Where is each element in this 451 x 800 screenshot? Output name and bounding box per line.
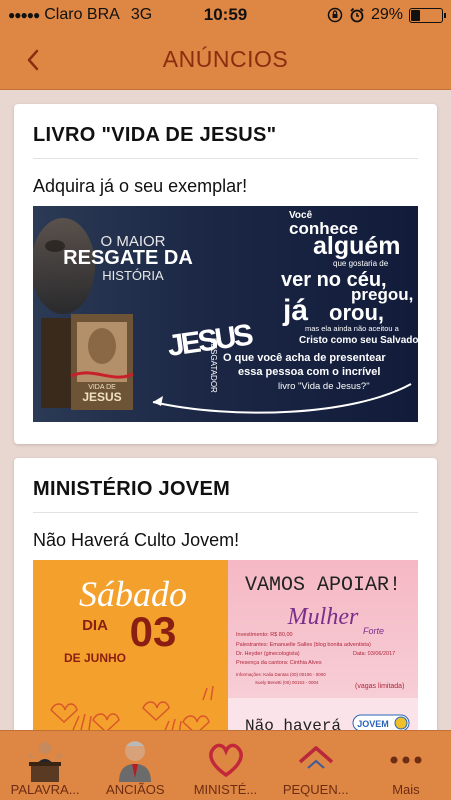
tab-label: Mais xyxy=(392,782,420,797)
carrier-label: Claro BRA xyxy=(44,6,120,23)
page-title: ANÚNCIOS xyxy=(162,46,289,72)
book-subtitle: VIDA DE xyxy=(88,384,116,391)
promo-r8: orou, xyxy=(329,300,384,325)
side-wordmark: RESGATADOR xyxy=(209,338,218,393)
chevron-left-icon xyxy=(27,49,39,71)
tab-mais[interactable]: Mais xyxy=(361,731,451,800)
tab-ancioes[interactable]: ANCIÃOS xyxy=(90,731,180,800)
tab-bar: PALAVRA... ANCIÃOS MINISTÉ... PEQUEN... … xyxy=(0,730,451,800)
event-line-4: Presença da cantora: Cinthia Alves xyxy=(236,660,322,666)
event-brand: Mulher xyxy=(287,604,359,630)
promo-q3: livro "Vida de Jesus?" xyxy=(278,381,370,392)
tab-ministerios[interactable]: MINISTÉ... xyxy=(180,731,270,800)
status-time: 10:59 xyxy=(203,5,248,24)
tab-palavra[interactable]: PALAVRA... xyxy=(0,731,90,800)
network-label: 3G xyxy=(130,6,153,23)
youth-event-banner: Sábado DIA 03 DE JUNHO VAMOS APOIAR! Mul… xyxy=(33,560,418,730)
house-icon xyxy=(294,738,338,782)
battery-percent: 29% xyxy=(370,6,403,23)
event-number: 03 xyxy=(130,608,177,655)
status-right: 29% xyxy=(273,6,446,24)
status-left: ●●●●● Claro BRA 3G xyxy=(8,6,178,24)
tab-label: PALAVRA... xyxy=(10,782,80,797)
heart-icon xyxy=(204,738,248,782)
promo-r6: já xyxy=(282,294,308,327)
tab-label: MINISTÉ... xyxy=(193,782,258,797)
promo-r10: Cristo como seu Salvador? xyxy=(299,335,418,346)
elder-icon xyxy=(113,738,157,782)
battery-icon xyxy=(409,7,446,23)
event-line-3: Dr. Heyder (ginecologista) xyxy=(236,651,300,657)
headline-line-2: RESGATE DA xyxy=(63,247,193,269)
rotation-lock-icon xyxy=(327,7,343,23)
event-line-2: Palestrantes: Emanuelle Salles (blog bon… xyxy=(236,642,371,648)
book-title: JESUS xyxy=(82,390,121,404)
card-title: LIVRO "VIDA DE JESUS" xyxy=(33,124,277,146)
event-month: DE JUNHO xyxy=(64,651,126,665)
book-promo-banner: O MAIOR RESGATE DA HISTÓRIA JESUS VIDA D… xyxy=(33,206,418,422)
card-title: MINISTÉRIO JOVEM xyxy=(33,478,231,500)
event-vagas: (vagas limitada) xyxy=(355,683,404,690)
youth-logo: JOVEM xyxy=(357,719,389,729)
card-text: Não Haverá Culto Jovem! xyxy=(33,530,240,550)
card-text: Adquira já o seu exemplar! xyxy=(33,176,248,196)
promo-r4: que gostaria de xyxy=(333,259,389,268)
tab-label: PEQUEN... xyxy=(282,782,349,797)
no-service-text: Não haverá xyxy=(245,717,341,730)
status-bar: ●●●●● Claro BRA 3G 10:59 29% xyxy=(0,0,451,30)
event-line-6: Suely Benetti (00) 00153 - 0004 xyxy=(255,680,319,685)
announcement-card-youth[interactable]: MINISTÉRIO JOVEM Não Haverá Culto Jovem! xyxy=(14,458,437,730)
promo-r9: mas ela ainda não aceitou a xyxy=(305,324,400,333)
announcements-list[interactable]: LIVRO "VIDA DE JESUS" Adquira já o seu e… xyxy=(0,90,451,730)
promo-q1: O que você acha de presentear xyxy=(223,352,386,364)
announcement-card-book[interactable]: LIVRO "VIDA DE JESUS" Adquira já o seu e… xyxy=(14,104,437,444)
more-icon xyxy=(384,738,428,782)
event-brand-2: Forte xyxy=(363,626,384,636)
headline-line-3: HISTÓRIA xyxy=(102,268,164,283)
promo-q2: essa pessoa com o incrível xyxy=(238,366,380,378)
promo-r3: alguém xyxy=(313,232,401,260)
event-date: Data: 03/06/2017 xyxy=(353,651,395,657)
event-line-1: Investimento: R$ 80,00 xyxy=(236,632,293,638)
divider xyxy=(33,512,418,513)
tab-label: ANCIÃOS xyxy=(106,782,165,797)
event-dia: DIA xyxy=(82,617,108,634)
divider xyxy=(33,158,418,159)
support-heading: VAMOS APOIAR! xyxy=(245,574,401,597)
navigation-bar: ANÚNCIOS xyxy=(0,30,451,90)
event-line-5: Informações: Kalia Dantas (00) 00106 - 0… xyxy=(236,672,326,677)
alarm-icon xyxy=(350,7,364,23)
pastor-icon xyxy=(23,738,67,782)
book-cover: JESUS VIDA DE xyxy=(41,314,134,410)
signal-icon: ●●●●● xyxy=(8,8,40,22)
tab-pequenos-grupos[interactable]: PEQUEN... xyxy=(271,731,361,800)
back-button[interactable] xyxy=(18,42,48,78)
